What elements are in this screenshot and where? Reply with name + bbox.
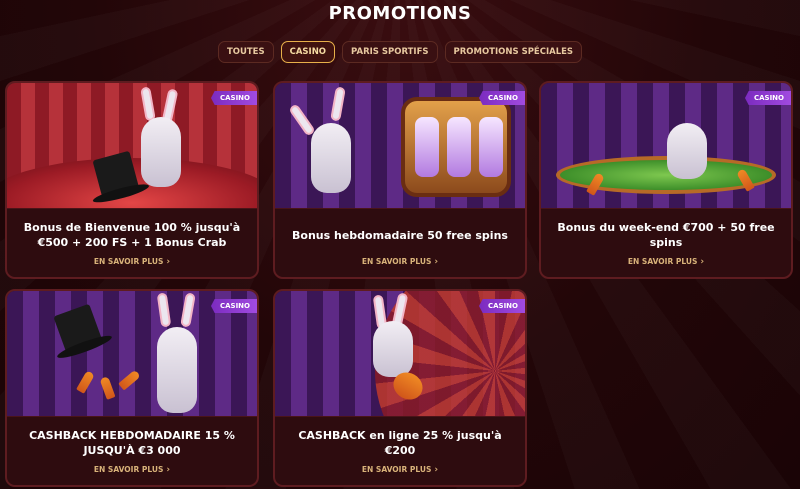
promotion-tabs: TOUTES CASINO PARIS SPORTIFS PROMOTIONS … [0,41,800,63]
chevron-right-icon: › [434,257,439,267]
promo-card-weekend-bonus[interactable]: CASINO Bonus du week-end €700 + 50 free … [539,81,793,279]
casino-badge: CASINO [210,299,257,313]
promo-title: Bonus hebdomadaire 50 free spins [292,228,508,242]
learn-more-link[interactable]: EN SAVOIR PLUS › [7,253,257,277]
casino-badge: CASINO [744,91,791,105]
promo-title: CASHBACK en ligne 25 % jusqu'à €200 [298,429,502,457]
chevron-right-icon: › [166,257,171,267]
promo-image-carrot-pool-bunny: CASINO [541,83,791,209]
learn-more-label: EN SAVOIR PLUS [361,465,432,474]
promo-image-trapeze-bunny: CASINO [275,291,525,417]
chevron-right-icon: › [434,465,439,475]
promo-title: Bonus du week-end €700 + 50 free spins [557,221,775,249]
learn-more-label: EN SAVOIR PLUS [627,257,698,266]
learn-more-link[interactable]: EN SAVOIR PLUS › [275,253,525,277]
promo-image-slot-bunny: CASINO [275,83,525,209]
promo-card-weekly-free-spins[interactable]: CASINO Bonus hebdomadaire 50 free spins … [273,81,527,279]
learn-more-link[interactable]: EN SAVOIR PLUS › [541,253,791,277]
chevron-right-icon: › [166,465,171,475]
learn-more-label: EN SAVOIR PLUS [361,257,432,266]
casino-badge: CASINO [210,91,257,105]
casino-badge: CASINO [478,91,525,105]
promo-image-hat-carrots-bunny: CASINO [7,291,257,417]
learn-more-label: EN SAVOIR PLUS [93,257,164,266]
promo-card-online-cashback[interactable]: CASINO CASHBACK en ligne 25 % jusqu'à €2… [273,289,527,487]
casino-badge: CASINO [478,299,525,313]
promo-title: Bonus de Bienvenue 100 % jusqu'à €500 + … [23,221,241,249]
learn-more-label: EN SAVOIR PLUS [93,465,164,474]
tab-paris-sportifs[interactable]: PARIS SPORTIFS [342,41,438,63]
promo-title: CASHBACK HEBDOMADAIRE 15 % JUSQU'À €3 00… [29,429,235,457]
promo-card-welcome-bonus[interactable]: CASINO Bonus de Bienvenue 100 % jusqu'à … [5,81,259,279]
learn-more-link[interactable]: EN SAVOIR PLUS › [275,461,525,485]
promo-card-weekly-cashback[interactable]: CASINO CASHBACK HEBDOMADAIRE 15 % JUSQU'… [5,289,259,487]
page-title: PROMOTIONS [328,3,472,24]
learn-more-link[interactable]: EN SAVOIR PLUS › [7,461,257,485]
tab-casino[interactable]: CASINO [280,41,336,63]
chevron-right-icon: › [700,257,705,267]
tab-promotions-speciales[interactable]: PROMOTIONS SPÉCIALES [444,41,583,63]
promo-image-magician-bunny: CASINO [7,83,257,209]
tab-toutes[interactable]: TOUTES [217,41,274,63]
